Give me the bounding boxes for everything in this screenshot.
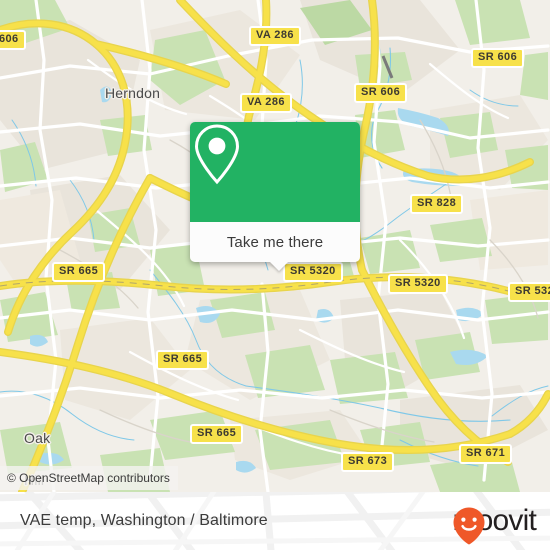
road-shield: 606 — [0, 30, 26, 50]
road-shield: VA 286 — [249, 26, 301, 46]
road-shield: SR 665 — [52, 262, 106, 282]
road-shield: SR 606 — [354, 83, 408, 103]
road-shield: VA 286 — [240, 93, 292, 113]
map-attribution[interactable]: © OpenStreetMap contributors — [0, 466, 178, 490]
popup-card-pointer — [270, 262, 288, 271]
road-shield: SR 673 — [341, 452, 395, 472]
popup-card-header — [190, 122, 360, 222]
moovit-logo[interactable]: moovit — [452, 506, 537, 545]
footer-bar: VAE temp, Washington / Baltimore moovit — [0, 492, 550, 550]
road-shield: SR 665 — [156, 350, 210, 370]
road-shield: SR 671 — [459, 444, 513, 464]
take-me-there-label: Take me there — [226, 233, 324, 251]
map-canvas[interactable]: .park{fill:#c9e2b3} .parkd{fill:#bcd9a4}… — [0, 0, 550, 492]
popup-card-action[interactable]: Take me there — [190, 222, 360, 271]
road-shield: SR 5320 — [508, 282, 550, 302]
road-shield: SR 606 — [471, 48, 525, 68]
road-shield: SR 5320 — [388, 274, 448, 294]
road-shield: SR 828 — [410, 194, 464, 214]
moovit-smiley-pin-icon — [453, 507, 485, 545]
location-title: VAE temp, Washington / Baltimore — [20, 512, 268, 529]
road-shield: SR 5320 — [283, 262, 343, 282]
location-pin-icon — [194, 124, 240, 185]
road-shield: SR 665 — [190, 424, 244, 444]
moovit-map-screenshot: .park{fill:#c9e2b3} .parkd{fill:#bcd9a4}… — [0, 0, 550, 550]
destination-popup-card[interactable]: Take me there — [190, 122, 360, 271]
